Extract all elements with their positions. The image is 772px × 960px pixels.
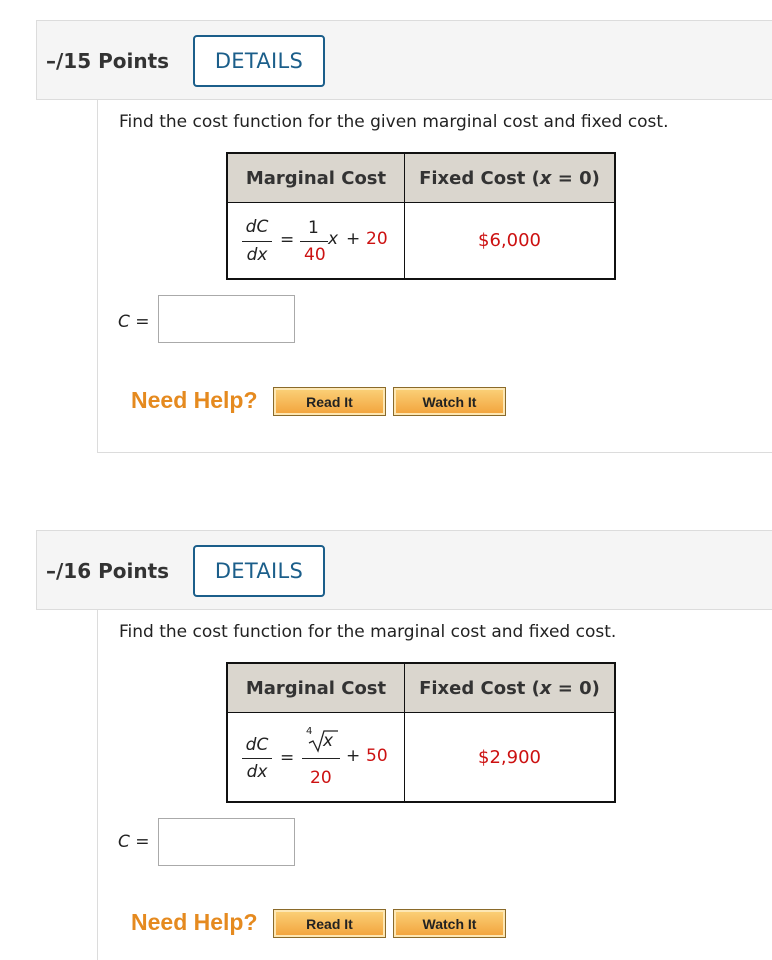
need-help-label: Need Help? (131, 387, 258, 413)
fixed-cost-header: Fixed Cost (x = 0) (404, 152, 616, 203)
coef-numerator: 1 (308, 218, 319, 238)
plus-sign: + (346, 229, 361, 249)
question-1-details-button[interactable]: DETAILS (193, 35, 325, 87)
marginal-cost-header: Marginal Cost (226, 662, 405, 713)
question-2-details-button[interactable]: DETAILS (193, 545, 325, 597)
equals-sign: = (280, 230, 295, 250)
question-1-header: –/15 Points DETAILS (36, 20, 772, 100)
fixed-cost-header: Fixed Cost (x = 0) (404, 662, 616, 713)
coef-denominator: 40 (304, 245, 326, 265)
constant-term: 20 (366, 229, 388, 249)
constant-term: 50 (366, 746, 388, 766)
marginal-cost-formula: dC dx = 1 40 x + 20 (226, 202, 405, 280)
need-help-label: Need Help? (131, 909, 258, 935)
question-2-cost-table: Marginal Cost Fixed Cost (x = 0) dC dx =… (226, 662, 616, 803)
dx-denominator: dx (246, 245, 268, 265)
coef-fraction-bar (300, 241, 328, 242)
question-1-points: –/15 Points (46, 49, 170, 73)
marginal-cost-formula: dC dx = 4 x 20 + 50 (226, 712, 405, 803)
dc-numerator: dC (245, 217, 269, 237)
variable-x: x (328, 229, 339, 249)
radicand-x: x (323, 731, 334, 751)
question-2-prompt: Find the cost function for the marginal … (119, 622, 617, 642)
marginal-cost-header: Marginal Cost (226, 152, 405, 203)
answer-label: C = (118, 312, 150, 332)
plus-sign: + (346, 746, 361, 766)
equals-sign: = (280, 748, 295, 768)
fraction-bar (242, 241, 272, 242)
dc-numerator: dC (245, 735, 269, 755)
question-2-header: –/16 Points DETAILS (36, 530, 772, 610)
answer-input[interactable] (158, 818, 295, 866)
watch-it-button[interactable]: Watch It (393, 909, 506, 938)
question-2-body: Find the cost function for the marginal … (97, 610, 772, 960)
question-1-body: Find the cost function for the given mar… (97, 100, 772, 453)
watch-it-button[interactable]: Watch It (393, 387, 506, 416)
question-2-points: –/16 Points (46, 559, 170, 583)
read-it-button[interactable]: Read It (273, 909, 386, 938)
answer-label: C = (118, 832, 150, 852)
root-denominator: 20 (310, 768, 332, 788)
root-fraction-bar (302, 758, 340, 759)
fixed-cost-value: $2,900 (404, 712, 616, 803)
read-it-button[interactable]: Read It (273, 387, 386, 416)
answer-input[interactable] (158, 295, 295, 343)
fraction-bar (242, 758, 272, 759)
question-1-prompt: Find the cost function for the given mar… (119, 112, 669, 132)
question-1-cost-table: Marginal Cost Fixed Cost (x = 0) dC dx =… (226, 152, 616, 280)
dx-denominator: dx (246, 762, 268, 782)
fixed-cost-value: $6,000 (404, 202, 616, 280)
